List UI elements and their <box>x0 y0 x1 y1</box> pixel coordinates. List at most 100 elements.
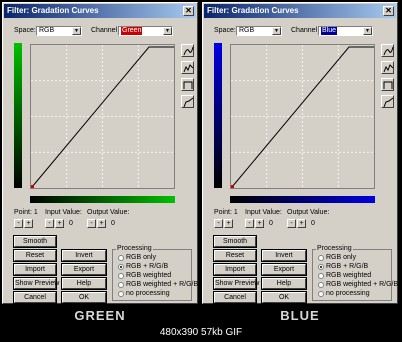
output-decrement-button[interactable]: - <box>287 219 296 228</box>
output-gradient-bar <box>14 43 22 188</box>
invert-button[interactable]: Invert <box>261 249 307 262</box>
output-value-label: Output Value: <box>87 209 130 216</box>
processing-option-label: no processing <box>326 290 370 297</box>
channel-select[interactable]: Blue ▼ <box>318 26 373 36</box>
radio-no-processing[interactable] <box>318 291 324 297</box>
space-select-value: RGB <box>39 27 55 34</box>
gradation-curves-window-blue: Filter: Gradation Curves ✕ Space: RGB ▼ … <box>202 2 398 304</box>
reset-button[interactable]: Reset <box>213 249 257 262</box>
show-preview-button[interactable]: Show Preview <box>13 277 59 290</box>
panel-caption-blue: BLUE <box>280 308 320 323</box>
linear-curve-tool-icon[interactable] <box>381 95 394 108</box>
curve-graph[interactable] <box>230 44 375 189</box>
input-increment-button[interactable]: + <box>55 219 64 228</box>
curve-canvas <box>231 45 374 188</box>
spline-curve-tool-icon[interactable] <box>381 44 394 57</box>
output-increment-button[interactable]: + <box>97 219 106 228</box>
linear-curve-tool-icon[interactable] <box>181 95 194 108</box>
processing-option-label: RGB only <box>126 254 156 261</box>
radio-rgb-weighted-plus-rgb[interactable] <box>118 282 124 288</box>
processing-group: Processing RGB only RGB + R/G/B RGB weig… <box>112 245 198 301</box>
output-decrement-button[interactable]: - <box>87 219 96 228</box>
spline-curve-tool-icon[interactable] <box>181 44 194 57</box>
input-decrement-button[interactable]: - <box>45 219 54 228</box>
channel-select[interactable]: Green ▼ <box>118 26 173 36</box>
processing-option-label: RGB only <box>326 254 356 261</box>
export-button[interactable]: Export <box>261 263 307 276</box>
curve-point[interactable] <box>231 185 234 188</box>
smooth-curve-tool-icon[interactable] <box>181 78 194 91</box>
curve-canvas <box>31 45 174 188</box>
processing-group-title: Processing <box>316 245 353 252</box>
panel-caption-green: GREEN <box>74 308 126 323</box>
window-titlebar[interactable]: Filter: Gradation Curves ✕ <box>4 4 196 18</box>
curve-point[interactable] <box>31 185 34 188</box>
radio-rgb-only[interactable] <box>318 255 324 261</box>
point-label: Point: 1 <box>214 209 238 216</box>
output-increment-button[interactable]: + <box>297 219 306 228</box>
import-button[interactable]: Import <box>213 263 257 276</box>
space-select[interactable]: RGB ▼ <box>236 26 282 36</box>
ok-button[interactable]: OK <box>61 291 107 304</box>
image-info-footer: 480x390 57kb GIF <box>159 327 243 338</box>
point-increment-button[interactable]: + <box>224 219 233 228</box>
help-button[interactable]: Help <box>261 277 307 290</box>
input-increment-button[interactable]: + <box>255 219 264 228</box>
chevron-down-icon: ▼ <box>363 27 372 35</box>
radio-rgb-weighted[interactable] <box>318 273 324 279</box>
space-label: Space: <box>214 27 236 34</box>
freehand-curve-tool-icon[interactable] <box>181 61 194 74</box>
point-decrement-button[interactable]: - <box>214 219 223 228</box>
window-titlebar[interactable]: Filter: Gradation Curves ✕ <box>204 4 396 18</box>
help-button[interactable]: Help <box>61 277 107 290</box>
window-title: Filter: Gradation Curves <box>7 6 99 15</box>
channel-label: Channel <box>91 27 118 34</box>
gradation-curve[interactable] <box>31 46 174 188</box>
import-button[interactable]: Import <box>13 263 57 276</box>
processing-option-label: RGB weighted <box>326 272 372 279</box>
smooth-curve-tool-icon[interactable] <box>381 78 394 91</box>
channel-select-value: Blue <box>321 27 338 35</box>
export-button[interactable]: Export <box>61 263 107 276</box>
smooth-button[interactable]: Smooth <box>13 235 57 248</box>
point-decrement-button[interactable]: - <box>14 219 23 228</box>
processing-group-title: Processing <box>116 245 153 252</box>
output-gradient-bar <box>214 43 222 188</box>
point-increment-button[interactable]: + <box>24 219 33 228</box>
channel-select-value: Green <box>121 27 143 35</box>
gradation-curves-window-green: Filter: Gradation Curves ✕ Space: RGB ▼ … <box>2 2 198 304</box>
reset-button[interactable]: Reset <box>13 249 57 262</box>
invert-button[interactable]: Invert <box>61 249 107 262</box>
point-label: Point: 1 <box>14 209 38 216</box>
input-gradient-bar <box>230 196 375 203</box>
close-icon[interactable]: ✕ <box>183 6 194 16</box>
freehand-curve-tool-icon[interactable] <box>381 61 394 74</box>
radio-rgb-only[interactable] <box>118 255 124 261</box>
processing-option-label: RGB weighted + R/G/B <box>126 281 199 288</box>
space-select[interactable]: RGB ▼ <box>36 26 82 36</box>
radio-no-processing[interactable] <box>118 291 124 297</box>
gradation-curve[interactable] <box>231 46 374 188</box>
ok-button[interactable]: OK <box>261 291 307 304</box>
radio-rgb-weighted[interactable] <box>118 273 124 279</box>
chevron-down-icon: ▼ <box>272 27 281 35</box>
radio-rgb-plus-rgb[interactable] <box>118 264 124 270</box>
cancel-button[interactable]: Cancel <box>213 291 257 304</box>
radio-rgb-weighted-plus-rgb[interactable] <box>318 282 324 288</box>
chevron-down-icon: ▼ <box>72 27 81 35</box>
input-value-label: Input Value: <box>245 209 282 216</box>
close-icon[interactable]: ✕ <box>383 6 394 16</box>
input-decrement-button[interactable]: - <box>245 219 254 228</box>
space-select-value: RGB <box>239 27 255 34</box>
input-value: 0 <box>69 220 73 227</box>
processing-option-label: RGB weighted <box>126 272 172 279</box>
channel-label: Channel <box>291 27 318 34</box>
cancel-button[interactable]: Cancel <box>13 291 57 304</box>
curve-graph[interactable] <box>30 44 175 189</box>
show-preview-button[interactable]: Show Preview <box>213 277 259 290</box>
smooth-button[interactable]: Smooth <box>213 235 257 248</box>
output-value-label: Output Value: <box>287 209 330 216</box>
radio-rgb-plus-rgb[interactable] <box>318 264 324 270</box>
processing-group: Processing RGB only RGB + R/G/B RGB weig… <box>312 245 398 301</box>
processing-option-label: RGB + R/G/B <box>126 263 169 270</box>
